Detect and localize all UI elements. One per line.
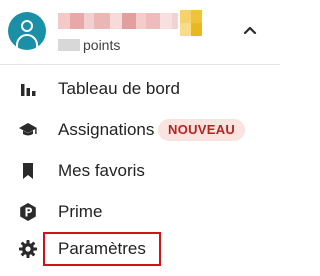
menu-item-label: Tableau de bord xyxy=(58,79,180,98)
menu-item-tableau-de-bord[interactable]: Tableau de bord xyxy=(0,70,280,108)
profile-header[interactable]: points xyxy=(0,0,280,64)
new-badge: NOUVEAU xyxy=(158,119,246,141)
menu-item-label: Mes favoris xyxy=(58,161,145,180)
username-redacted xyxy=(58,13,178,29)
menu-item-assignations[interactable]: Assignations NOUVEAU xyxy=(0,111,280,149)
account-menu: points Tableau de bord Assignations NOUV… xyxy=(0,0,280,276)
bookmark-icon xyxy=(23,163,33,179)
points-label: points xyxy=(83,37,121,53)
points-row: points xyxy=(58,37,120,53)
bar-chart-icon xyxy=(21,84,36,96)
avatar xyxy=(8,12,46,50)
highlight-box xyxy=(43,232,161,266)
menu-item-label: Prime xyxy=(58,202,103,221)
prime-badge-icon xyxy=(20,203,36,221)
divider xyxy=(0,64,280,65)
menu-item-prime[interactable]: Prime xyxy=(0,193,280,231)
graduation-cap-icon xyxy=(19,123,37,136)
menu-item-label: Assignations xyxy=(58,120,155,139)
gear-icon xyxy=(19,240,37,258)
menu-item-mes-favoris[interactable]: Mes favoris xyxy=(0,152,280,190)
level-badge-redacted xyxy=(180,10,202,36)
points-value-redacted xyxy=(58,39,80,51)
avatar-shoulders xyxy=(16,34,38,50)
chevron-up-icon[interactable] xyxy=(242,22,258,38)
avatar-head xyxy=(21,20,33,32)
